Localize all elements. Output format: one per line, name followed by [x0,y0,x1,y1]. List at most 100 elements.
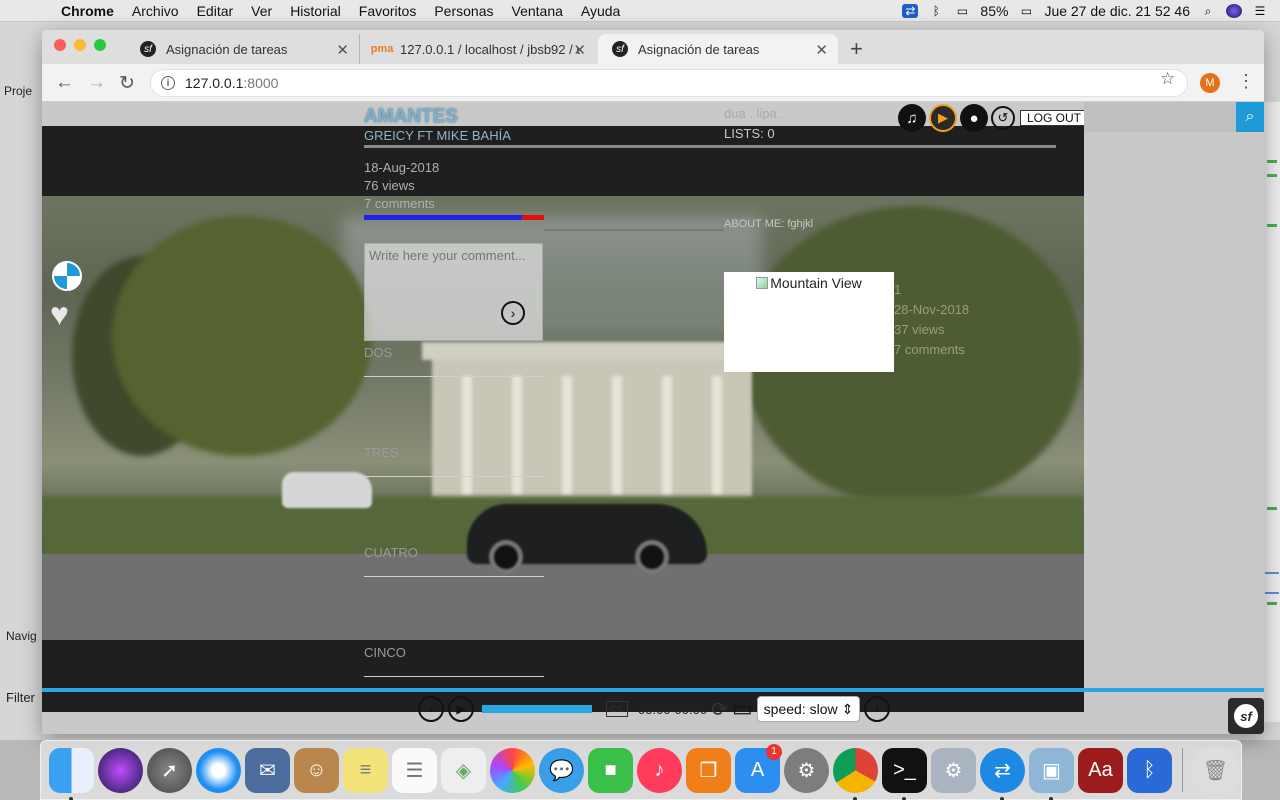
messages-icon[interactable]: 💬 [539,747,584,793]
play-icon[interactable]: ▶ [448,696,474,722]
next-track-icon[interactable]: › [864,696,891,722]
contacts-icon[interactable]: ☺ [294,747,339,793]
new-tab-button[interactable]: + [850,36,863,62]
tab-close-icon[interactable]: ✕ [573,41,586,59]
play-circle-icon[interactable]: ▶ [929,104,957,132]
system-preferences-icon[interactable]: ⚙ [784,747,829,793]
menu-favoritos[interactable]: Favoritos [350,3,426,19]
bookmark-star-icon[interactable]: ☆ [1160,69,1175,89]
back-arrow-icon[interactable]: ← [55,72,74,94]
launchpad-icon[interactable]: ➚ [147,747,192,793]
bluetooth-icon[interactable]: ᛒ [928,4,944,18]
symfony-toolbar-button[interactable]: sf [1228,698,1264,734]
trash-icon[interactable]: 🗑 [1193,747,1238,793]
profile-name[interactable]: dua . lipa . [724,106,784,121]
profile-lists-count: LISTS: 0 [724,126,775,141]
comment-input[interactable] [364,243,543,341]
maps-icon[interactable]: ◈ [441,747,486,793]
safari-icon[interactable] [196,747,241,793]
forward-arrow-icon[interactable]: → [87,72,106,94]
closed-captions-button[interactable]: CC [606,701,628,717]
menu-archivo[interactable]: Archivo [123,3,188,19]
site-info-icon[interactable]: i [161,76,175,90]
stats-pie-icon[interactable] [52,261,82,291]
menu-app-chrome[interactable]: Chrome [52,3,123,19]
chrome-icon[interactable] [833,747,878,800]
siri-icon[interactable] [1226,4,1242,18]
tab-asignacion-active[interactable]: sf Asignación de tareas ✕ [598,34,838,64]
broken-image[interactable]: Mountain View [724,272,894,372]
reload-icon[interactable]: ↻ [119,72,135,95]
teamviewer-tray-icon[interactable]: ⇄ [902,4,919,18]
screen-icon[interactable]: ▭ [732,696,753,722]
music-note-icon[interactable]: ♫ [898,104,926,132]
notification-center-icon[interactable]: ☰ [1252,4,1268,18]
mail-icon[interactable]: ✉ [245,747,290,793]
bluetooth-file-exchange-icon[interactable]: ᛒ [1127,747,1172,793]
search-input[interactable] [1084,102,1236,132]
user-profile-icon[interactable]: ● [960,104,988,132]
virtualbox-icon[interactable]: ▣ [1029,747,1074,800]
address-bar[interactable]: i 127.0.0.1:8000 [150,69,1188,97]
battery-icon[interactable]: ▭ [1018,4,1034,18]
chrome-menu-icon[interactable]: ⋮ [1237,71,1255,92]
notes-icon[interactable]: ≡ [343,747,388,793]
zoom-window-button[interactable] [94,39,106,51]
list-item[interactable]: CINCO [364,645,544,677]
logout-button[interactable]: LOG OUT [1020,110,1089,126]
clock[interactable]: Jue 27 de dic. 21 52 46 [1044,3,1190,19]
close-window-button[interactable] [54,39,66,51]
settings-gear-icon[interactable]: ⚙ [931,747,976,793]
menu-editar[interactable]: Editar [188,3,243,19]
app-store-icon[interactable]: A1 [735,743,782,793]
history-icon[interactable]: ↺ [991,106,1015,130]
facetime-icon[interactable]: ■ [588,747,633,793]
heart-icon[interactable]: ♥ [50,296,69,333]
playback-progress-line[interactable] [42,688,1264,692]
finder-icon[interactable] [49,747,94,800]
speed-select[interactable]: speed: slow ⇕ [756,696,861,722]
ide-filter-label[interactable]: Filter [6,690,35,705]
video-house-column [712,376,722,496]
teamviewer-icon[interactable]: ⇄ [980,747,1025,800]
tab-close-icon[interactable]: ✕ [336,41,349,59]
tab-close-icon[interactable]: ✕ [815,41,828,59]
video-car-wheel [635,540,669,574]
send-comment-button[interactable]: › [501,301,525,325]
ibooks-icon[interactable]: ❐ [686,747,731,793]
list-item[interactable]: CUATRO [364,545,544,577]
tab-phpmyadmin[interactable]: pma 127.0.0.1 / localhost / jbsb92 / u ✕ [360,34,596,64]
profile-avatar[interactable]: M [1200,73,1220,93]
photos-icon[interactable] [490,747,535,793]
symfony-favicon-icon: sf [612,41,628,57]
running-indicator [853,796,857,800]
menu-ayuda[interactable]: Ayuda [572,3,629,19]
spotlight-search-icon[interactable]: ⌕ [1200,4,1216,18]
minimize-window-button[interactable] [74,39,86,51]
siri-icon[interactable] [98,747,143,793]
ide-project-label[interactable]: Proje [4,84,32,98]
menu-historial[interactable]: Historial [281,3,350,19]
dictionary-icon[interactable]: Aa [1078,747,1123,793]
song-date: 18-Aug-2018 [364,160,440,175]
menu-ventana[interactable]: Ventana [503,3,572,19]
airplay-icon[interactable]: ▭ [954,4,970,18]
menu-ver[interactable]: Ver [242,3,281,19]
list-item[interactable]: DOS [364,345,544,377]
ide-navigator-label[interactable]: Navig [6,629,37,643]
volume-slider[interactable] [482,705,592,713]
itunes-icon[interactable]: ♪ [637,747,682,793]
card-number: 1 [894,282,902,297]
terminal-icon[interactable]: >_ [882,747,927,800]
card-date: 28-Nov-2018 [894,302,970,317]
previous-track-icon[interactable]: ‹ [418,696,444,722]
gutter-marker [1267,602,1277,605]
like-ratio-bar [364,215,544,220]
search-icon[interactable]: ⌕ [1236,102,1264,132]
reminders-icon[interactable]: ☰ [392,747,437,793]
loop-icon[interactable]: ⟳ [711,697,728,722]
tab-asignacion-1[interactable]: sf Asignación de tareas ✕ [126,34,360,64]
video-road [42,554,1084,640]
list-item[interactable]: TRES [364,445,544,477]
menu-personas[interactable]: Personas [425,3,502,19]
